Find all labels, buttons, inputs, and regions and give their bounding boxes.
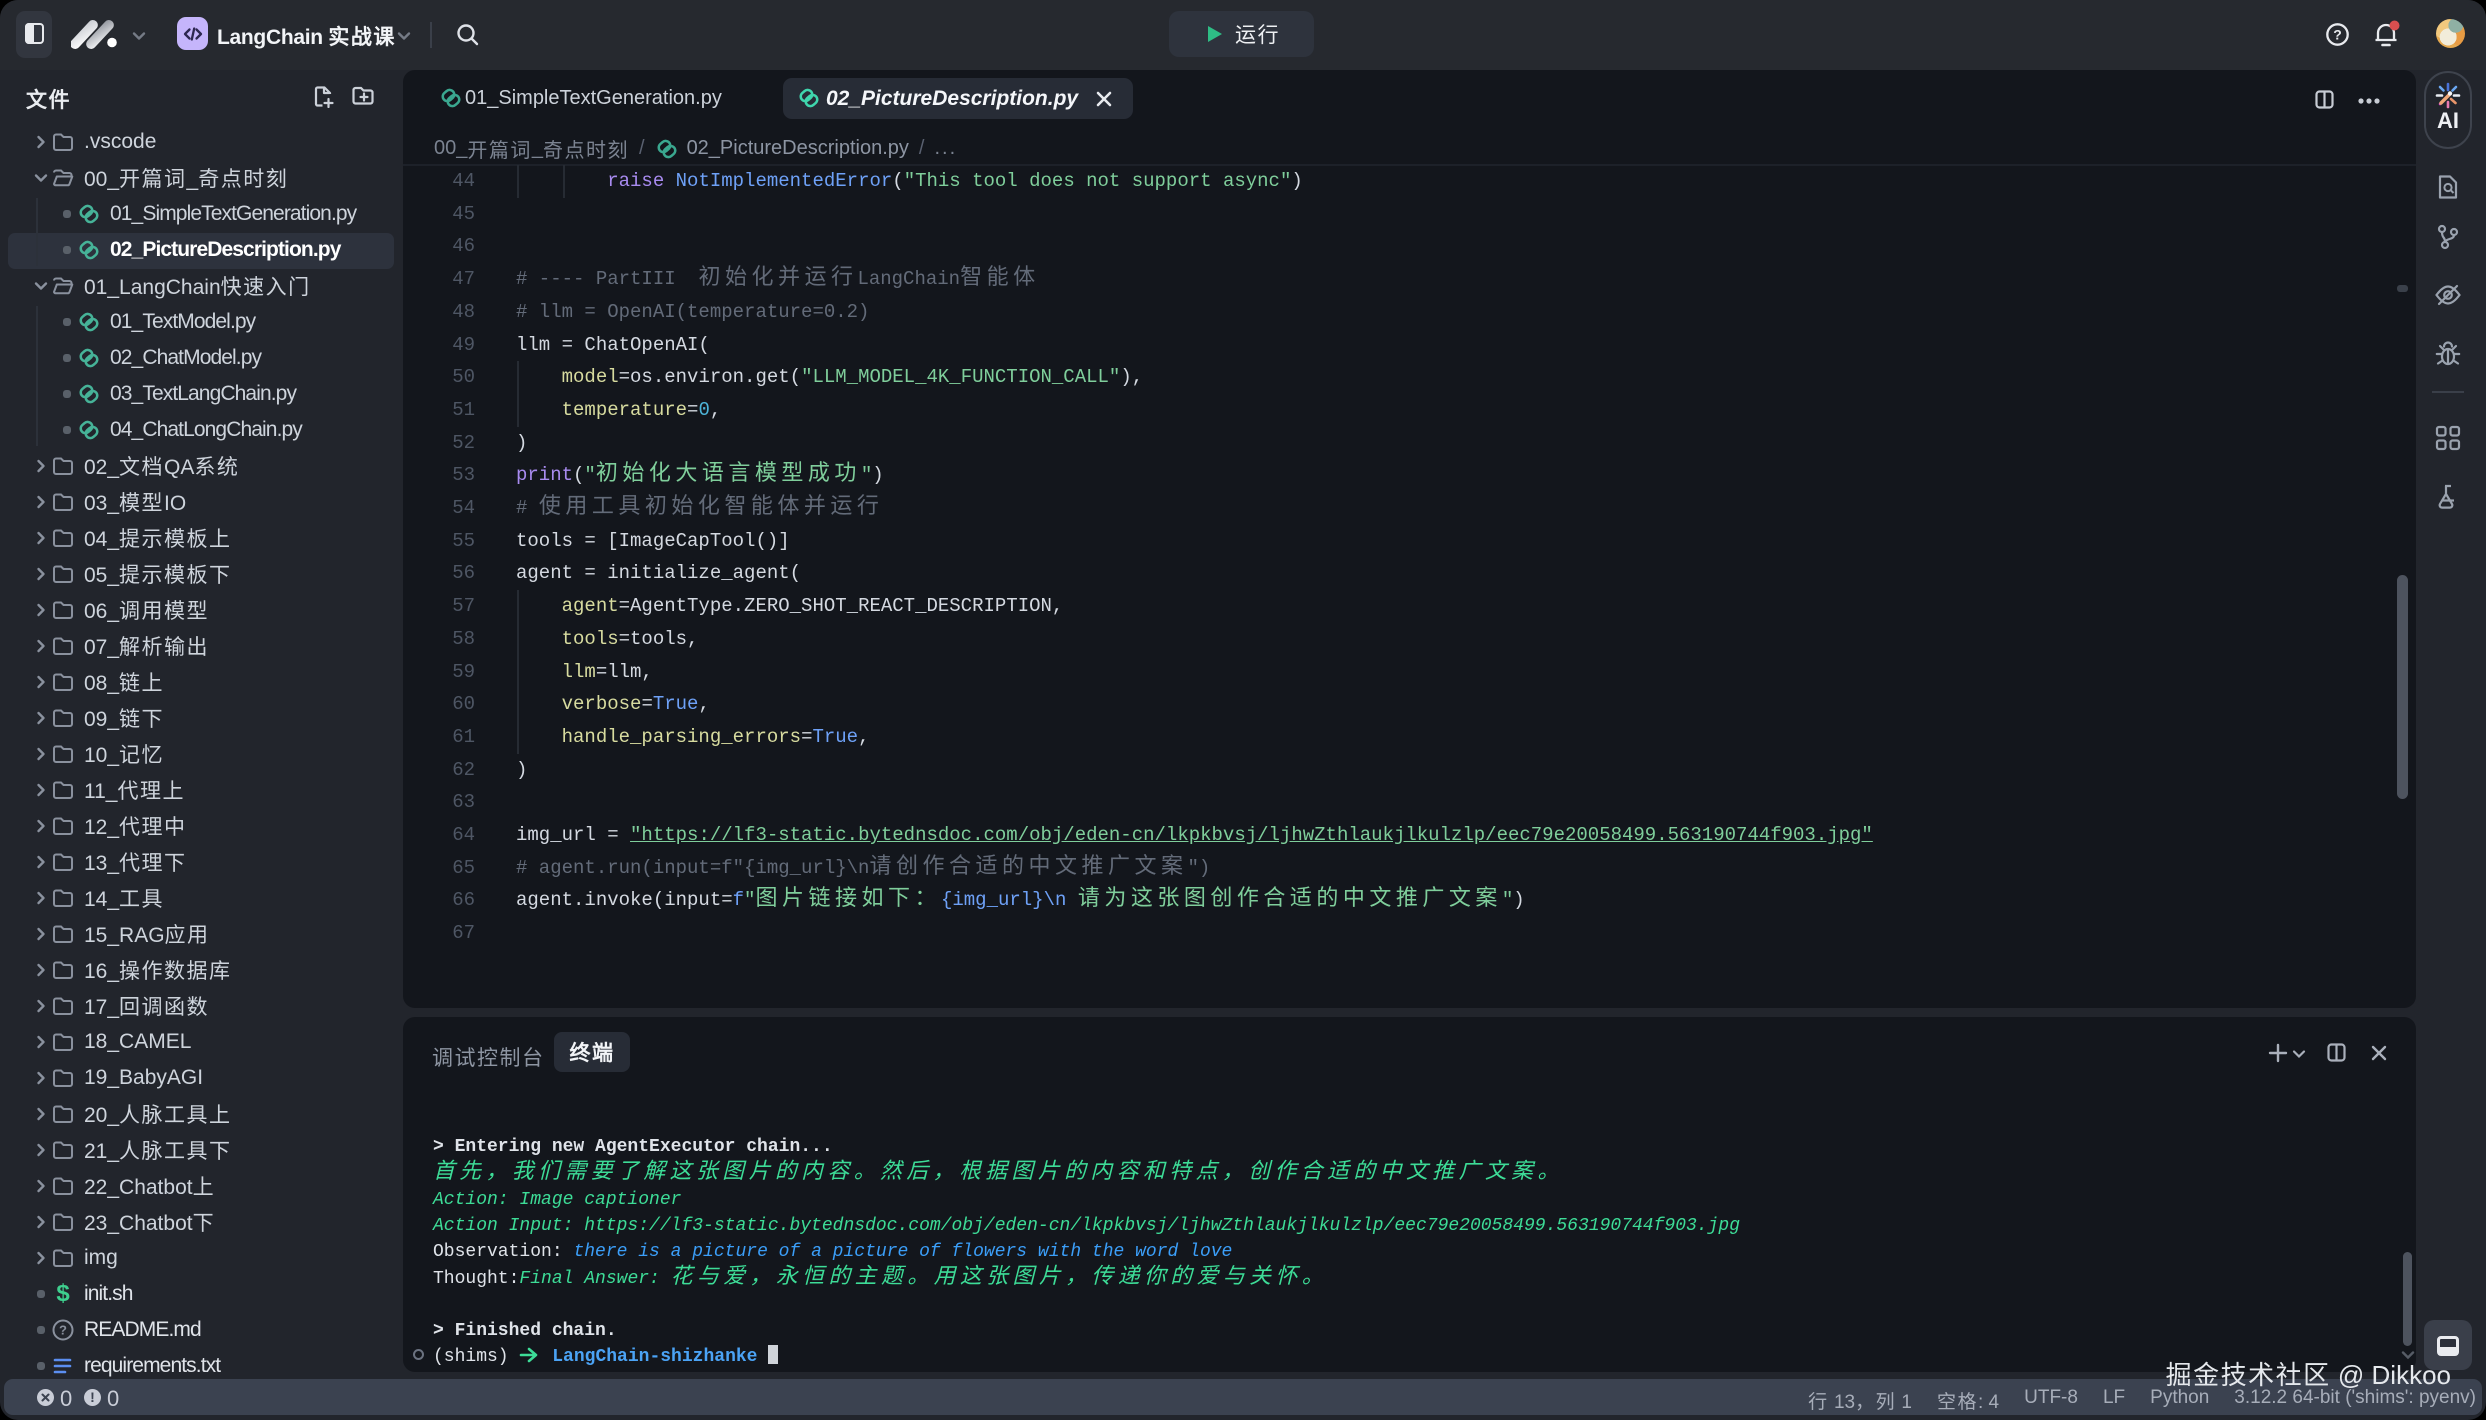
svg-text:?: ? (59, 1323, 67, 1338)
svg-text:?: ? (2333, 27, 2342, 43)
